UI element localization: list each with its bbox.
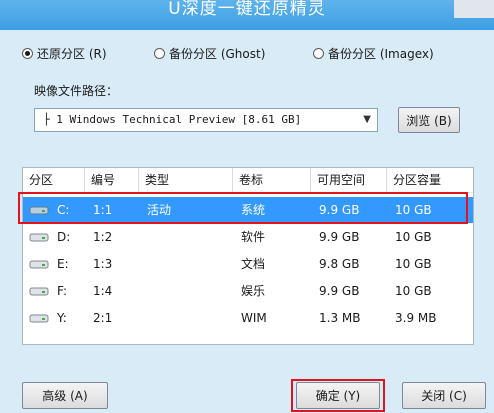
- radio-restore-partition[interactable]: 还原分区 (R): [22, 45, 107, 62]
- image-path-value: ├ 1 Windows Technical Preview [8.61 GB]: [43, 113, 302, 126]
- cell-number: 2:1: [93, 311, 113, 325]
- cell-size: 10 GB: [395, 230, 432, 244]
- drive-icon: [29, 260, 49, 269]
- drive-icon: [29, 206, 49, 215]
- column-header-type[interactable]: 类型: [139, 168, 233, 192]
- drive-icon: [29, 287, 49, 296]
- cell-number: 1:3: [93, 257, 113, 271]
- cell-size: 10 GB: [395, 284, 432, 298]
- cell-size: 10 GB: [395, 257, 432, 271]
- cell-free-space: 1.3 MB: [319, 311, 361, 325]
- cell-free-space: 9.8 GB: [319, 257, 360, 271]
- column-header-label[interactable]: 卷标: [233, 168, 311, 192]
- radio-backup-imagex[interactable]: 备份分区 (Imagex): [313, 45, 434, 62]
- window-controls[interactable]: [454, 0, 494, 18]
- cell-label: 软件: [241, 230, 266, 244]
- browse-button[interactable]: 浏览 (B): [398, 107, 460, 133]
- cell-number: 1:2: [93, 230, 113, 244]
- radio-label: 备份分区 (Ghost): [169, 47, 266, 61]
- cell-size: 10 GB: [395, 203, 432, 217]
- cell-type: [143, 278, 147, 304]
- column-header-number[interactable]: 编号: [85, 168, 139, 192]
- column-header-size[interactable]: 分区容量: [387, 168, 473, 192]
- cell-free-space: 9.9 GB: [319, 230, 360, 244]
- cell-type: 活动: [147, 203, 172, 217]
- cell-partition: Y:: [57, 311, 67, 325]
- image-path-select[interactable]: ├ 1 Windows Technical Preview [8.61 GB] …: [34, 108, 378, 132]
- radio-indicator-icon: [22, 48, 33, 59]
- window-title: U深度一键还原精灵: [168, 0, 326, 19]
- radio-indicator-icon: [313, 48, 324, 59]
- cell-label: 系统: [241, 203, 266, 217]
- drive-icon: [29, 233, 49, 242]
- radio-backup-ghost[interactable]: 备份分区 (Ghost): [154, 45, 265, 62]
- cell-type: [143, 251, 147, 277]
- image-path-label: 映像文件路径：: [34, 84, 119, 98]
- advanced-button[interactable]: 高级 (A): [22, 382, 108, 409]
- radio-label: 还原分区 (R): [37, 47, 107, 61]
- table-row[interactable]: E: 1:3 文档 9.8 GB 10 GB: [23, 251, 473, 277]
- table-row[interactable]: C: 1:1 活动 系统 9.9 GB 10 GB: [23, 197, 473, 223]
- table-header: 分区 编号 类型 卷标 可用空间 分区容量: [23, 168, 473, 193]
- cell-type: [143, 305, 147, 331]
- cell-free-space: 9.9 GB: [319, 203, 360, 217]
- cell-partition: F:: [57, 284, 68, 298]
- column-header-partition[interactable]: 分区: [23, 168, 85, 192]
- chevron-down-icon[interactable]: ▼: [363, 114, 371, 125]
- cell-label: WIM: [241, 311, 267, 325]
- cell-partition: D:: [57, 230, 71, 244]
- close-button[interactable]: 关闭 (C): [402, 382, 486, 409]
- column-header-free-space[interactable]: 可用空间: [311, 168, 387, 192]
- cell-label: 娱乐: [241, 284, 266, 298]
- cell-number: 1:4: [93, 284, 113, 298]
- cell-type: [143, 224, 147, 250]
- cell-number: 1:1: [93, 203, 113, 217]
- drive-icon: [29, 314, 49, 323]
- cell-size: 3.9 MB: [395, 311, 437, 325]
- table-row[interactable]: F: 1:4 娱乐 9.9 GB 10 GB: [23, 278, 473, 304]
- cell-label: 文档: [241, 257, 266, 271]
- cell-partition: E:: [57, 257, 69, 271]
- title-bar: U深度一键还原精灵: [0, 0, 494, 30]
- cell-partition: C:: [57, 203, 70, 217]
- radio-indicator-icon: [154, 48, 165, 59]
- cell-free-space: 9.9 GB: [319, 284, 360, 298]
- table-row[interactable]: Y: 2:1 WIM 1.3 MB 3.9 MB: [23, 305, 473, 331]
- confirm-button[interactable]: 确定 (Y): [296, 382, 380, 409]
- table-row[interactable]: D: 1:2 软件 9.9 GB 10 GB: [23, 224, 473, 250]
- partition-table: 分区 编号 类型 卷标 可用空间 分区容量 C: 1:1 活动 系统 9.9 G…: [22, 167, 474, 345]
- radio-label: 备份分区 (Imagex): [328, 47, 434, 61]
